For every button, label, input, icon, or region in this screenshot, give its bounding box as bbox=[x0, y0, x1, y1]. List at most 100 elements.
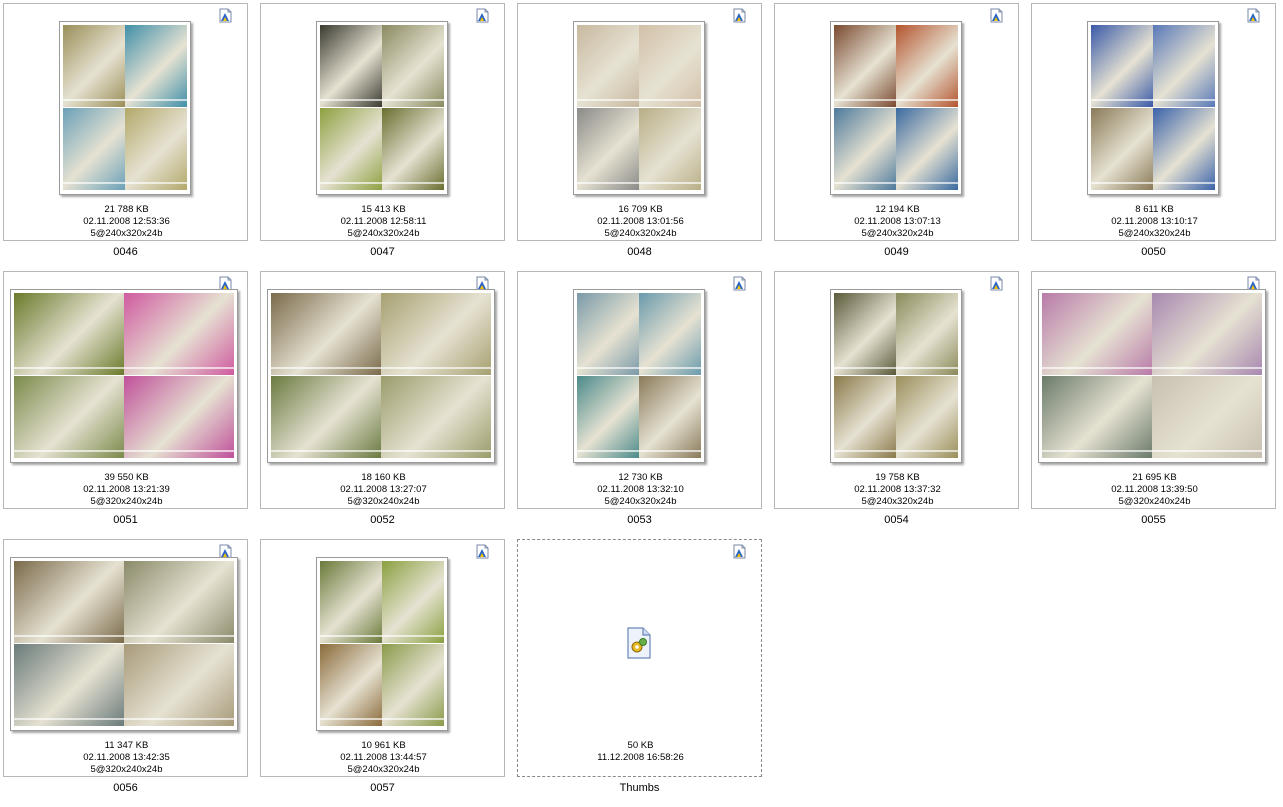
file-item-0048[interactable]: 16 709 KB 02.11.2008 13:01:56 5@240x320x24… bbox=[517, 3, 774, 271]
thumbnail-card[interactable]: 16 709 KB 02.11.2008 13:01:56 5@240x320x24… bbox=[517, 3, 762, 241]
file-date: 02.11.2008 13:32:10 bbox=[597, 484, 684, 495]
file-size: 50 KB bbox=[627, 740, 654, 751]
file-details: 21 788 KB 02.11.2008 12:53:36 5@240x320x24… bbox=[4, 204, 249, 240]
file-item-0051[interactable]: 39 550 KB 02.11.2008 13:21:39 5@320x240x24… bbox=[3, 271, 260, 539]
thumbnail-card[interactable]: 39 550 KB 02.11.2008 13:21:39 5@320x240x24… bbox=[3, 271, 248, 509]
timestamp-overlay bbox=[124, 367, 234, 369]
file-item-0047[interactable]: 15 413 KB 02.11.2008 12:58:11 5@240x320x24… bbox=[260, 3, 517, 271]
file-format: 5@240x320x24b bbox=[347, 764, 420, 775]
thumbnail-card[interactable]: 10 961 KB 02.11.2008 13:44:57 5@240x320x24… bbox=[260, 539, 505, 777]
file-item-0049[interactable]: 12 194 KB 02.11.2008 13:07:13 5@240x320x24… bbox=[774, 3, 1031, 271]
file-format: 5@240x320x24b bbox=[1118, 228, 1191, 239]
thumbnail-card[interactable]: 21 788 KB 02.11.2008 12:53:36 5@240x320x24… bbox=[3, 3, 248, 241]
frame-still bbox=[1042, 293, 1152, 375]
timestamp-overlay bbox=[896, 450, 958, 452]
frame-still bbox=[271, 293, 381, 375]
thumbnail-card[interactable]: 50 KB 11.12.2008 16:58:26 bbox=[517, 539, 762, 777]
frame-still bbox=[639, 376, 701, 458]
file-item-0055[interactable]: 21 695 KB 02.11.2008 13:39:50 5@320x240x24… bbox=[1031, 271, 1283, 539]
thumbnail-card[interactable]: 8 611 KB 02.11.2008 13:10:17 5@240x320x24b bbox=[1031, 3, 1276, 241]
file-item-0056[interactable]: 11 347 KB 02.11.2008 13:42:35 5@320x240x24… bbox=[3, 539, 260, 807]
file-details: 12 730 KB 02.11.2008 13:32:10 5@240x320x24… bbox=[518, 472, 763, 508]
image-file-icon bbox=[732, 8, 747, 23]
timestamp-overlay bbox=[382, 718, 444, 720]
frame-still bbox=[1042, 376, 1152, 458]
timestamp-overlay bbox=[896, 182, 958, 184]
file-format: 5@320x240x24b bbox=[90, 496, 163, 507]
file-date: 02.11.2008 13:39:50 bbox=[1111, 484, 1198, 495]
frame-still bbox=[1153, 25, 1215, 107]
file-date: 02.11.2008 13:01:56 bbox=[597, 216, 684, 227]
file-item-0053[interactable]: 12 730 KB 02.11.2008 13:32:10 5@240x320x24… bbox=[517, 271, 774, 539]
frame-still bbox=[896, 25, 958, 107]
thumbnail-card[interactable]: 12 194 KB 02.11.2008 13:07:13 5@240x320x24… bbox=[774, 3, 1019, 241]
file-item-0057[interactable]: 10 961 KB 02.11.2008 13:44:57 5@240x320x24… bbox=[260, 539, 517, 807]
file-size: 10 961 KB bbox=[361, 740, 406, 751]
frame-still bbox=[382, 25, 444, 107]
file-item-0050[interactable]: 8 611 KB 02.11.2008 13:10:17 5@240x320x24b… bbox=[1031, 3, 1283, 271]
file-details: 11 347 KB 02.11.2008 13:42:35 5@320x240x24… bbox=[4, 740, 249, 776]
file-details: 19 758 KB 02.11.2008 13:37:32 5@240x320x24… bbox=[775, 472, 1020, 508]
frame-still bbox=[320, 644, 382, 726]
timestamp-overlay bbox=[577, 182, 639, 184]
frame-still bbox=[63, 25, 125, 107]
frame-still bbox=[124, 561, 234, 643]
thumbnail-image bbox=[573, 289, 705, 463]
frame-still bbox=[1091, 25, 1153, 107]
thumbnail-card[interactable]: 15 413 KB 02.11.2008 12:58:11 5@240x320x24… bbox=[260, 3, 505, 241]
timestamp-overlay bbox=[125, 182, 187, 184]
file-size: 21 695 KB bbox=[1132, 472, 1177, 483]
file-details: 10 961 KB 02.11.2008 13:44:57 5@240x320x24… bbox=[261, 740, 506, 776]
file-item-0052[interactable]: 18 160 KB 02.11.2008 13:27:07 5@320x240x24… bbox=[260, 271, 517, 539]
timestamp-overlay bbox=[834, 367, 896, 369]
timestamp-overlay bbox=[382, 99, 444, 101]
timestamp-overlay bbox=[577, 99, 639, 101]
thumbnail-image bbox=[573, 21, 705, 195]
frame-still bbox=[124, 293, 234, 375]
frame-still bbox=[834, 293, 896, 375]
frame-still bbox=[14, 561, 124, 643]
file-name: 0052 bbox=[370, 514, 395, 526]
timestamp-overlay bbox=[382, 182, 444, 184]
timestamp-overlay bbox=[63, 182, 125, 184]
file-size: 19 758 KB bbox=[875, 472, 920, 483]
thumbnail-card[interactable]: 11 347 KB 02.11.2008 13:42:35 5@320x240x24… bbox=[3, 539, 248, 777]
image-file-icon bbox=[1246, 8, 1261, 23]
timestamp-overlay bbox=[1152, 450, 1262, 452]
thumbnail-image bbox=[1087, 21, 1219, 195]
file-details: 39 550 KB 02.11.2008 13:21:39 5@320x240x24… bbox=[4, 472, 249, 508]
file-name: 0050 bbox=[1141, 246, 1166, 258]
timestamp-overlay bbox=[639, 99, 701, 101]
file-name: 0048 bbox=[627, 246, 652, 258]
thumbnail-image bbox=[316, 21, 448, 195]
frame-still bbox=[124, 644, 234, 726]
file-item-0054[interactable]: 19 758 KB 02.11.2008 13:37:32 5@240x320x24… bbox=[774, 271, 1031, 539]
thumbnail-card[interactable]: 21 695 KB 02.11.2008 13:39:50 5@320x240x24… bbox=[1031, 271, 1276, 509]
file-item-Thumbs[interactable]: 50 KB 11.12.2008 16:58:26 Thumbs bbox=[517, 539, 774, 807]
frame-still bbox=[1152, 293, 1262, 375]
frame-still bbox=[577, 25, 639, 107]
system-file-icon bbox=[625, 627, 653, 659]
frame-still bbox=[834, 25, 896, 107]
timestamp-overlay bbox=[14, 367, 124, 369]
file-size: 12 730 KB bbox=[618, 472, 663, 483]
file-size: 15 413 KB bbox=[361, 204, 406, 215]
thumbnail-card[interactable]: 18 160 KB 02.11.2008 13:27:07 5@320x240x24… bbox=[260, 271, 505, 509]
frame-still bbox=[1153, 108, 1215, 190]
frame-still bbox=[639, 25, 701, 107]
frame-still bbox=[577, 376, 639, 458]
frame-still bbox=[63, 108, 125, 190]
file-name: 0051 bbox=[113, 514, 138, 526]
file-format: 5@240x320x24b bbox=[604, 228, 677, 239]
file-date: 02.11.2008 12:53:36 bbox=[83, 216, 170, 227]
frame-still bbox=[577, 293, 639, 375]
file-date: 02.11.2008 13:27:07 bbox=[340, 484, 427, 495]
thumbnail-card[interactable]: 12 730 KB 02.11.2008 13:32:10 5@240x320x24… bbox=[517, 271, 762, 509]
file-item-0046[interactable]: 21 788 KB 02.11.2008 12:53:36 5@240x320x24… bbox=[3, 3, 260, 271]
thumbnail-card[interactable]: 19 758 KB 02.11.2008 13:37:32 5@240x320x24… bbox=[774, 271, 1019, 509]
file-size: 16 709 KB bbox=[618, 204, 663, 215]
file-details: 50 KB 11.12.2008 16:58:26 bbox=[518, 740, 763, 764]
thumbnail-image bbox=[267, 289, 495, 463]
image-file-icon bbox=[475, 544, 490, 559]
frame-still bbox=[896, 376, 958, 458]
